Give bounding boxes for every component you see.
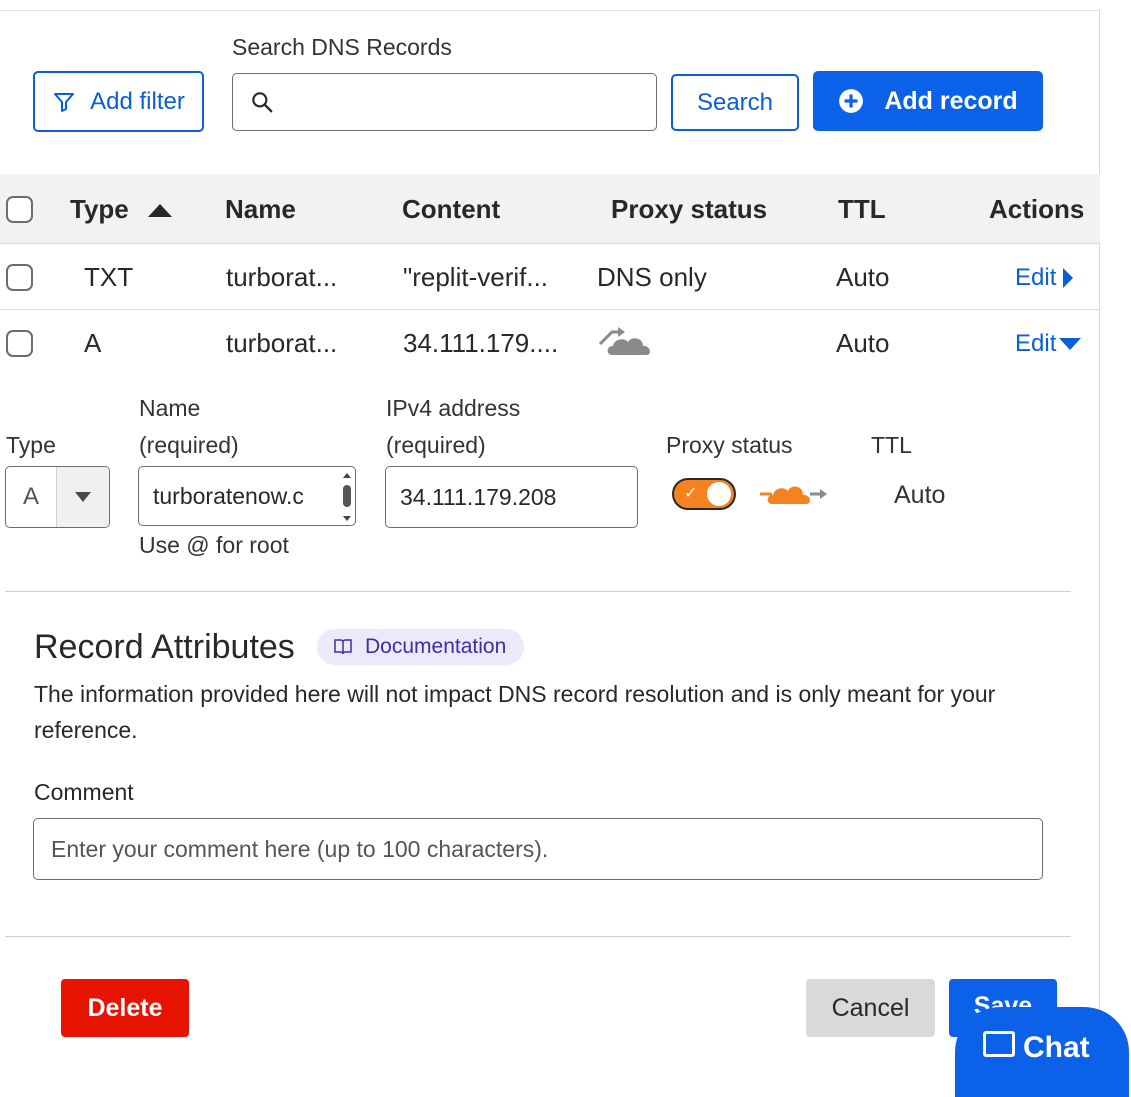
column-header-content[interactable]: Content (402, 194, 500, 225)
cloud-proxied-icon (760, 486, 827, 504)
chevron-down-icon (75, 492, 91, 502)
add-filter-label: Add filter (90, 87, 185, 115)
column-header-type[interactable]: Type (70, 194, 173, 225)
name-input[interactable]: turboratenow.c (138, 466, 356, 526)
cancel-button[interactable]: Cancel (806, 979, 935, 1037)
cloud-dns-only-icon (598, 327, 650, 355)
name-field-required: (required) (139, 432, 239, 458)
row-ttl: Auto (836, 262, 890, 292)
column-header-actions: Actions (989, 194, 1085, 224)
search-input-wrapper[interactable] (232, 73, 657, 131)
add-filter-button[interactable]: Add filter (33, 71, 204, 132)
row-edit-label: Edit (1015, 264, 1057, 291)
comment-input-wrapper[interactable] (33, 818, 1043, 880)
ipv4-input[interactable]: 34.111.179.208 (385, 466, 638, 528)
type-field-label: Type (6, 432, 56, 458)
toggle-knob (707, 482, 731, 506)
proxy-toggle[interactable]: ✓ (672, 478, 736, 510)
column-header-type-label: Type (70, 194, 129, 224)
scroll-up-icon (343, 473, 351, 478)
chat-label: Chat (1023, 1031, 1090, 1064)
book-icon (334, 639, 352, 655)
table-header: Type Name Content Proxy status TTL Actio… (0, 174, 1100, 244)
row-proxy-status: DNS only (597, 262, 707, 292)
top-border (0, 10, 1100, 11)
name-help-text: Use @ for root (139, 532, 289, 558)
row-content: 34.111.179.... (403, 328, 559, 358)
search-icon (252, 92, 273, 113)
row-edit-button[interactable]: Edit (1015, 330, 1082, 358)
textarea-scrollbar[interactable] (341, 471, 353, 523)
delete-button[interactable]: Delete (61, 979, 189, 1037)
documentation-link[interactable]: Documentation (317, 629, 524, 665)
ipv4-field-required: (required) (386, 432, 486, 458)
row-checkbox[interactable] (6, 264, 33, 291)
select-all-checkbox[interactable] (6, 196, 33, 223)
check-icon: ✓ (684, 485, 698, 502)
ttl-field-label: TTL (871, 432, 912, 458)
row-type: A (84, 328, 102, 358)
plus-circle-icon (839, 89, 864, 113)
search-label: Search DNS Records (232, 34, 452, 60)
proxy-status-label: Proxy status (666, 432, 793, 458)
record-attributes-description: The information provided here will not i… (34, 681, 996, 743)
row-edit-label: Edit (1015, 330, 1057, 357)
caret-right-icon (1063, 268, 1074, 288)
comment-label: Comment (34, 779, 134, 805)
comment-input[interactable] (49, 834, 1042, 864)
type-select[interactable]: A (5, 466, 110, 528)
caret-down-icon (1059, 338, 1082, 350)
type-select-toggle[interactable] (56, 467, 109, 527)
column-header-ttl[interactable]: TTL (838, 194, 886, 225)
chat-button[interactable]: Chat (955, 1007, 1129, 1097)
row-ttl: Auto (836, 328, 890, 358)
right-border (1099, 10, 1100, 1050)
ipv4-field-label: IPv4 address (386, 395, 521, 421)
row-name: turborat... (226, 262, 338, 292)
row-checkbox[interactable] (6, 330, 33, 357)
row-content: "replit-verif... (403, 262, 549, 292)
column-header-name[interactable]: Name (225, 194, 296, 225)
table-row: A turborat... 34.111.179.... Auto Edit (0, 310, 1100, 376)
table-row: TXT turborat... "replit-verif... DNS onl… (0, 244, 1100, 310)
documentation-label: Documentation (365, 635, 507, 658)
scrollbar-thumb[interactable] (343, 485, 351, 507)
row-edit-button[interactable]: Edit (1015, 264, 1074, 292)
filter-icon (54, 92, 75, 112)
section-divider (5, 591, 1071, 592)
column-header-proxy-status[interactable]: Proxy status (611, 194, 767, 225)
row-type: TXT (84, 262, 134, 292)
name-input-value: turboratenow.c (153, 482, 304, 509)
row-name: turborat... (226, 328, 338, 358)
search-button[interactable]: Search (671, 74, 799, 131)
scroll-down-icon (343, 516, 351, 521)
name-field-label: Name (139, 395, 201, 421)
add-record-label: Add record (884, 86, 1018, 115)
search-input[interactable] (285, 74, 656, 130)
record-attributes-title: Record Attributes (34, 628, 295, 666)
section-divider (5, 936, 1071, 937)
type-select-value: A (22, 483, 39, 510)
chat-icon (983, 1031, 1015, 1057)
ttl-value: Auto (894, 481, 946, 509)
add-record-button[interactable]: Add record (813, 71, 1043, 131)
sort-ascending-icon (147, 203, 172, 217)
